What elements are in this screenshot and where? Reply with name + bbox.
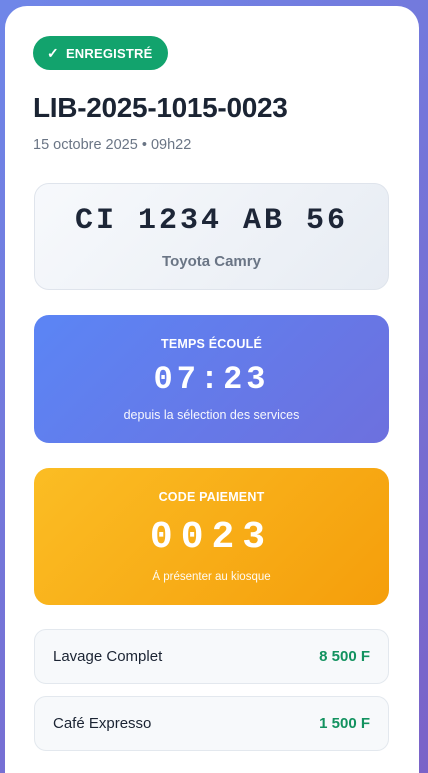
payment-code-label: CODE PAIEMENT	[158, 490, 265, 504]
ticket-reference: LIB-2025-1015-0023	[33, 92, 288, 123]
ticket-card: ✓ ENREGISTRÉ LIB-2025-1015-0023 15 octob…	[5, 6, 419, 773]
status-badge: ✓ ENREGISTRÉ	[33, 36, 169, 70]
elapsed-time-value: 07:23	[153, 361, 270, 398]
elapsed-time-panel: TEMPS ÉCOULÉ 07:23 depuis la sélection d…	[34, 315, 389, 443]
payment-code-value: 0023	[149, 516, 274, 559]
service-name: Lavage Complet	[53, 648, 163, 665]
payment-code-caption: À présenter au kiosque	[152, 571, 271, 583]
elapsed-time-caption: depuis la sélection des services	[123, 408, 300, 422]
plate-number: CI 1234 AB 56	[74, 204, 349, 238]
payment-code-panel: CODE PAIEMENT 0023 À présenter au kiosqu…	[34, 468, 389, 605]
check-icon: ✓	[47, 44, 59, 61]
service-price: 1 500 F	[319, 715, 370, 732]
status-label: ENREGISTRÉ	[65, 45, 153, 61]
vehicle-plate-box: CI 1234 AB 56 Toyota Camry	[34, 183, 389, 290]
service-name: Café Expresso	[53, 715, 152, 732]
elapsed-time-label: TEMPS ÉCOULÉ	[160, 337, 263, 351]
service-item: Café Expresso 1 500 F	[34, 696, 389, 751]
service-item: Lavage Complet 8 500 F	[34, 629, 389, 684]
service-price: 8 500 F	[319, 648, 370, 665]
vehicle-model: Toyota Camry	[162, 253, 261, 270]
ticket-datetime: 15 octobre 2025 • 09h22	[33, 137, 192, 153]
